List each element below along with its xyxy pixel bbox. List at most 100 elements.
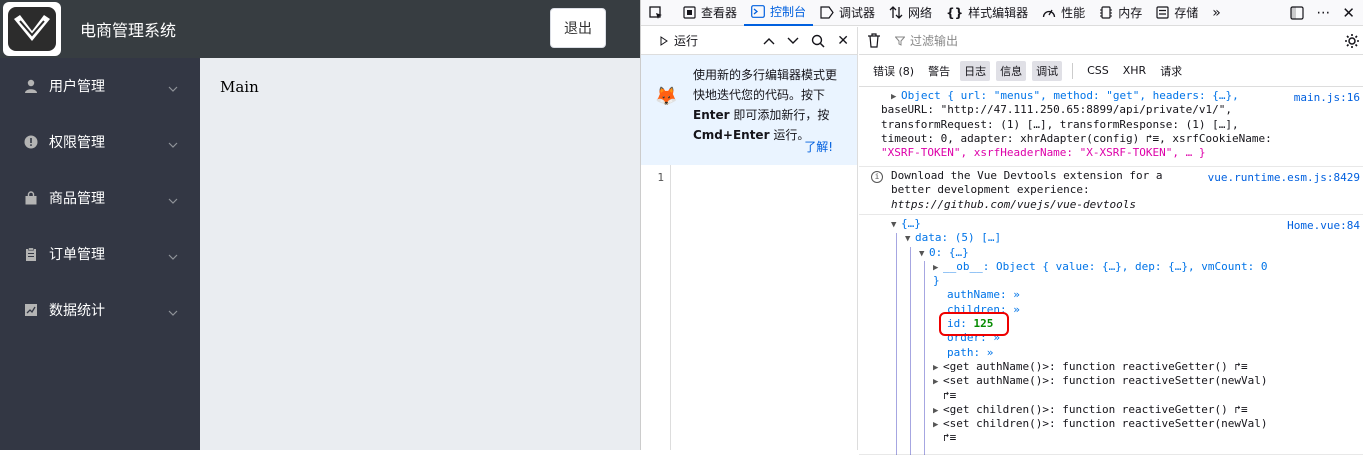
filter-icon xyxy=(895,36,905,46)
close-icon[interactable]: ✕ xyxy=(1342,4,1355,22)
app-header: 电商管理系统 退出 xyxy=(0,0,640,58)
chevron-down-icon xyxy=(168,248,178,264)
logo-icon xyxy=(3,2,61,56)
learn-more-link[interactable]: 了解! xyxy=(804,137,833,157)
menu-item-label: 数据统计 xyxy=(49,303,105,319)
filter-output-input[interactable]: 过滤输出 xyxy=(895,32,958,49)
menu-item-permissions[interactable]: 权限管理 xyxy=(0,114,200,170)
console-messages: main.js:16 ▶ Object { url: "menus", metho… xyxy=(859,87,1363,455)
multiline-notice: 🦊 使用新的多行编辑器模式更 快地迭代您的代码。按下 Enter 即可添加新行，… xyxy=(641,55,857,165)
console-output-panel: 过滤输出 错误 (8) 警告 日志 信息 调试 CSS XHR 请求 main.… xyxy=(859,27,1363,455)
chevron-down-icon xyxy=(168,304,178,320)
logout-button[interactable]: 退出 xyxy=(550,8,606,48)
expand-triangle-icon[interactable]: ▶ xyxy=(933,375,943,389)
info-icon: i xyxy=(871,171,883,183)
tab-memory[interactable]: 内存 xyxy=(1092,0,1149,26)
run-button[interactable]: 运行 xyxy=(659,32,698,49)
tab-storage[interactable]: 存储 xyxy=(1149,0,1205,26)
element-picker-icon[interactable] xyxy=(641,0,676,26)
more-tabs-icon[interactable]: » xyxy=(1205,0,1228,26)
devtools-tabbar: 查看器 控制台 调试器 网络 {} 样式编辑器 性能 内存 存储 » ⋯ ✕ xyxy=(641,0,1363,26)
alert-icon xyxy=(22,133,40,151)
gear-icon[interactable] xyxy=(1344,33,1360,49)
clipboard-icon xyxy=(22,245,40,263)
console-icon xyxy=(751,5,765,18)
console-message[interactable]: i vue.runtime.esm.js:8429 Download the V… xyxy=(859,167,1363,215)
tree-guide xyxy=(896,233,897,455)
search-icon[interactable] xyxy=(811,34,825,48)
expand-triangle-icon[interactable]: ▶ xyxy=(933,418,943,432)
dock-icon[interactable] xyxy=(1290,5,1305,20)
tab-inspector[interactable]: 查看器 xyxy=(676,0,744,26)
app-logo xyxy=(0,0,64,58)
filter-errors[interactable]: 错误 (8) xyxy=(869,61,918,81)
filter-warnings[interactable]: 警告 xyxy=(924,61,954,81)
filter-logs[interactable]: 日志 xyxy=(960,60,991,81)
menu-item-label: 权限管理 xyxy=(49,135,105,151)
expand-triangle-icon[interactable]: ▶ xyxy=(891,90,901,104)
trash-icon[interactable] xyxy=(867,33,881,48)
chevron-down-icon[interactable] xyxy=(787,37,799,45)
id-property-row[interactable]: id: 125 xyxy=(891,312,1284,337)
shopping-bag-icon xyxy=(22,189,40,207)
devtools-panel: 查看器 控制台 调试器 网络 {} 样式编辑器 性能 内存 存储 » ⋯ ✕ 运… xyxy=(640,0,1363,455)
message-source-link[interactable]: vue.runtime.esm.js:8429 xyxy=(1208,171,1360,185)
performance-icon xyxy=(1043,9,1056,18)
log-level-filters: 错误 (8) 警告 日志 信息 调试 CSS XHR 请求 xyxy=(859,55,1363,87)
line-gutter: 1 xyxy=(641,165,671,450)
console-message[interactable]: main.js:16 ▶ Object { url: "menus", metho… xyxy=(859,87,1363,167)
debugger-icon xyxy=(820,6,834,19)
filter-info[interactable]: 信息 xyxy=(996,60,1027,81)
divider xyxy=(1072,62,1074,79)
sidebar: 用户管理 权限管理 商品管理 订单管理 数据统计 xyxy=(0,58,200,450)
collapse-triangle-icon[interactable]: ▼ xyxy=(919,247,929,261)
tab-network[interactable]: 网络 xyxy=(882,0,939,26)
collapse-triangle-icon[interactable]: ▼ xyxy=(891,218,901,232)
chevron-up-icon[interactable] xyxy=(763,37,775,45)
style-editor-icon: {} xyxy=(946,5,964,20)
chevron-down-icon xyxy=(168,136,178,152)
main-text: Main xyxy=(220,78,259,96)
network-icon xyxy=(889,6,903,19)
user-icon xyxy=(22,77,40,95)
expand-triangle-icon[interactable]: ▶ xyxy=(933,404,943,418)
filter-requests[interactable]: 请求 xyxy=(1156,61,1186,81)
message-source-link[interactable]: Home.vue:84 xyxy=(1287,219,1360,233)
overflow-menu-icon[interactable]: ⋯ xyxy=(1316,5,1330,21)
console-filterbar: 过滤输出 xyxy=(859,27,1363,55)
menu-item-goods[interactable]: 商品管理 xyxy=(0,170,200,226)
chevron-down-icon xyxy=(168,80,178,96)
menu-item-label: 用户管理 xyxy=(49,79,105,95)
filter-debug[interactable]: 调试 xyxy=(1032,60,1063,81)
message-source-link[interactable]: main.js:16 xyxy=(1294,91,1360,105)
collapse-triangle-icon[interactable]: ▼ xyxy=(905,232,915,246)
web-app: 电商管理系统 退出 用户管理 权限管理 商品管理 订单管理 数据统计 Main xyxy=(0,0,640,450)
expand-triangle-icon[interactable]: ▶ xyxy=(933,361,943,375)
chart-icon xyxy=(22,301,40,319)
menu-item-label: 商品管理 xyxy=(49,191,105,207)
close-icon[interactable]: ✕ xyxy=(837,33,849,49)
menu-item-label: 订单管理 xyxy=(49,247,105,263)
tab-style-editor[interactable]: {} 样式编辑器 xyxy=(939,0,1035,26)
expand-triangle-icon[interactable]: ▶ xyxy=(933,261,943,275)
storage-icon xyxy=(1156,6,1169,19)
filter-css[interactable]: CSS xyxy=(1083,62,1113,79)
app-title: 电商管理系统 xyxy=(80,21,177,40)
tab-console[interactable]: 控制台 xyxy=(744,0,814,26)
tree-guide xyxy=(910,247,911,455)
firefox-fox-icon: 🦊 xyxy=(655,86,678,107)
tab-performance[interactable]: 性能 xyxy=(1035,0,1092,26)
editor-toolbar: 运行 ✕ xyxy=(641,27,857,55)
tree-guide xyxy=(924,261,925,455)
chevron-down-icon xyxy=(168,192,178,208)
menu-item-statistics[interactable]: 数据统计 xyxy=(0,282,200,338)
inspector-icon xyxy=(683,6,696,19)
filter-xhr[interactable]: XHR xyxy=(1119,62,1150,79)
main-content: Main xyxy=(200,58,640,450)
red-highlight-box xyxy=(939,312,1009,337)
menu-item-orders[interactable]: 订单管理 xyxy=(0,226,200,282)
menu-item-users[interactable]: 用户管理 xyxy=(0,58,200,114)
console-message[interactable]: Home.vue:84 ▼ {…} ▼ data: (5) […] ▼ 0: {…} … xyxy=(859,215,1363,455)
tab-debugger[interactable]: 调试器 xyxy=(813,0,882,26)
play-icon xyxy=(660,35,668,46)
